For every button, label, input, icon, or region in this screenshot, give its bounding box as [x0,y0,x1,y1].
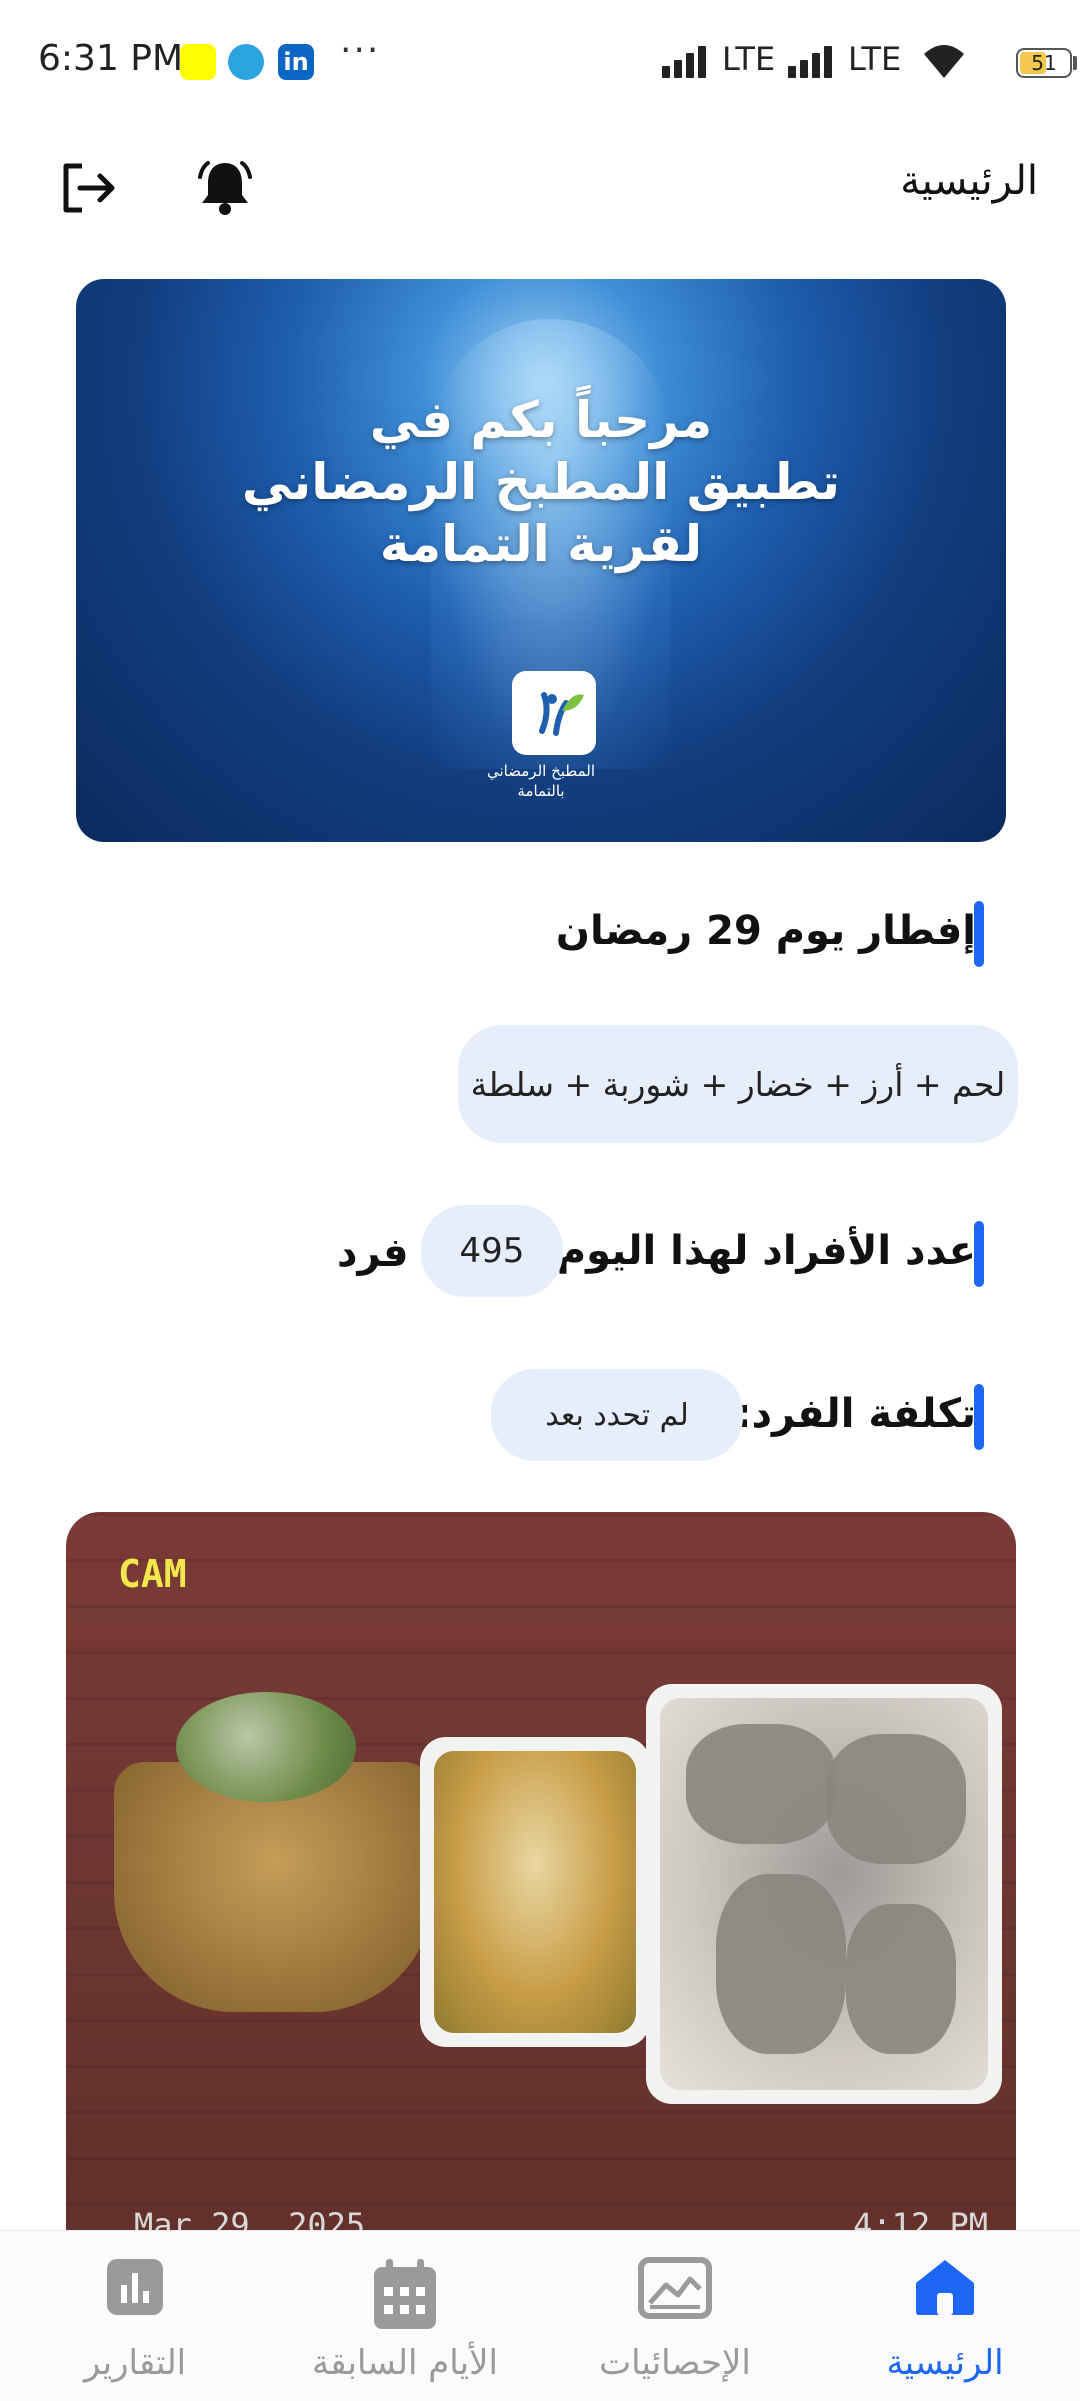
image-chart-icon [638,2257,712,2319]
snapchat-icon [180,44,216,80]
cost-value: لم تحدد بعد [545,1397,689,1433]
signal-icon [662,44,712,78]
nav-previous-days-label: الأيام السابقة [312,2343,498,2383]
nav-reports[interactable]: التقارير [0,2231,270,2401]
salad-bag [176,1692,356,1802]
logout-button[interactable] [48,148,128,228]
page-title: الرئيسية [900,158,1038,204]
banner-line-3: لقرية التمامة [379,515,703,573]
banner-line-1: مرحباً بكم في [369,391,713,449]
people-count-pill: 495 [421,1205,563,1297]
cost-label: تكلفة الفرد: [735,1391,976,1437]
people-count-value: 495 [459,1231,525,1271]
logo-caption-1: المطبخ الرمضاني [487,762,595,780]
status-bar: 6:31 PM in ··· LTE LTE 51 [0,0,1080,128]
wifi-icon [924,45,964,78]
bell-icon [198,161,252,215]
cam-label: CAM [118,1552,187,1596]
home-icon [916,2260,974,2315]
vegetables [434,1751,636,2033]
nav-statistics-label: الإحصائيات [599,2343,751,2383]
bar-chart-icon [107,2259,163,2315]
kitchen-logo [512,671,596,755]
nav-home[interactable]: الرئيسية [810,2231,1080,2401]
welcome-banner: مرحباً بكم في تطبيق المطبخ الرمضاني لقري… [76,279,1006,842]
nav-home-label: الرئيسية [886,2343,1004,2383]
telegram-icon [228,44,264,80]
battery-icon: 51 [1016,48,1072,78]
people-count-label: عدد الأفراد لهذا اليوم: [540,1228,976,1274]
banner-line-2: تطبيق المطبخ الرمضاني [241,453,841,511]
logo-icon [539,692,584,736]
logo-caption-2: بالتمامة [517,782,565,800]
menu-text: لحم + أرز + خضار + شوربة + سلطة [470,1064,1006,1104]
more-notifications-icon: ··· [340,30,381,71]
people-count-unit: فرد [337,1230,409,1276]
network-type-2: LTE [848,40,902,78]
calendar-icon [374,2259,436,2329]
meal-photo: CAM Mar 29, 2025 4:12 PM [66,1512,1016,2252]
nav-statistics[interactable]: الإحصائيات [540,2231,810,2401]
menu-pill: لحم + أرز + خضار + شوربة + سلطة [458,1025,1018,1143]
bottom-navigation: التقارير الأيام السابقة الإحصائيات الرئي… [0,2230,1080,2401]
notifications-button[interactable] [185,148,265,228]
cost-pill: لم تحدد بعد [491,1369,743,1461]
signal-icon-2 [788,44,838,78]
nav-previous-days[interactable]: الأيام السابقة [270,2231,540,2401]
network-type-1: LTE [722,40,776,78]
iftar-day-title: إفطار يوم 29 رمضان [555,908,976,954]
logout-icon [63,163,115,213]
battery-level: 51 [1031,51,1057,75]
nav-reports-label: التقارير [83,2343,187,2383]
linkedin-icon: in [278,44,314,80]
status-time: 6:31 PM [38,38,184,79]
